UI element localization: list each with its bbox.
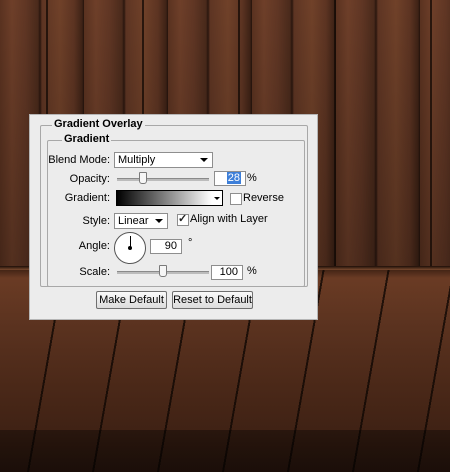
group-title: Gradient <box>62 133 112 145</box>
blend-mode-label: Blend Mode: <box>48 154 110 166</box>
style-value: Linear <box>118 215 149 227</box>
opacity-unit: % <box>247 172 257 184</box>
angle-unit: ° <box>188 237 193 249</box>
reverse-label: Reverse <box>243 192 284 204</box>
align-with-layer-label: Align with Layer <box>190 213 268 225</box>
scale-label: Scale: <box>79 266 110 278</box>
chevron-down-icon <box>200 158 208 162</box>
chevron-down-icon <box>214 197 220 200</box>
angle-input[interactable]: 90 <box>150 239 182 254</box>
angle-dial-icon[interactable] <box>114 232 146 264</box>
opacity-value: 28 <box>226 172 241 184</box>
opacity-input[interactable]: 28 <box>214 171 246 186</box>
gradient-picker-button[interactable] <box>212 190 223 206</box>
gradient-preview-swatch[interactable] <box>116 190 213 206</box>
style-label: Style: <box>82 215 110 227</box>
blend-mode-value: Multiply <box>118 154 156 166</box>
scale-unit: % <box>247 265 257 277</box>
section-title: Gradient Overlay <box>52 118 145 130</box>
make-default-button[interactable]: Make Default <box>96 291 167 309</box>
chevron-down-icon <box>155 219 163 223</box>
scale-value: 100 <box>219 266 238 278</box>
angle-center-dot <box>128 246 132 250</box>
gradient-label: Gradient: <box>64 192 110 204</box>
gradient-overlay-dialog: Gradient Overlay Gradient Blend Mode: Mu… <box>29 114 318 320</box>
scale-input[interactable]: 100 <box>211 265 243 280</box>
opacity-slider-thumb[interactable] <box>138 172 147 184</box>
style-select[interactable]: Linear <box>114 213 168 229</box>
opacity-slider-track[interactable] <box>117 178 209 181</box>
floor-front-shadow <box>0 430 450 472</box>
reset-to-default-button[interactable]: Reset to Default <box>172 291 253 309</box>
scale-slider-thumb[interactable] <box>159 265 167 277</box>
angle-label: Angle: <box>78 240 110 252</box>
blend-mode-select[interactable]: Multiply <box>114 152 213 168</box>
align-with-layer-checkbox[interactable] <box>177 212 189 226</box>
reverse-checkbox[interactable] <box>230 193 242 205</box>
opacity-label: Opacity: <box>69 173 110 185</box>
angle-value: 90 <box>164 240 177 252</box>
